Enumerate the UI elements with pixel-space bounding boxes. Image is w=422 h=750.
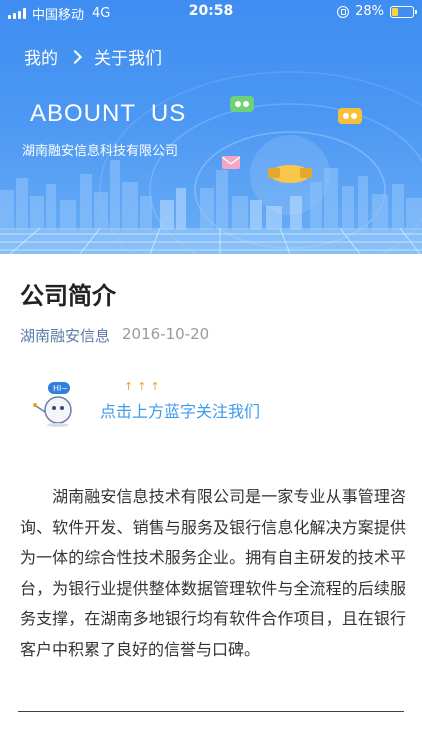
banner-subtitle: 湖南融安信息科技有限公司: [22, 144, 179, 159]
status-bar: 中国移动 4G 20:58 28%: [0, 0, 422, 24]
header-banner: 中国移动 4G 20:58 28% 我的 关于我们 ABOUNT US 湖南融安…: [0, 0, 422, 254]
battery-icon: [390, 5, 417, 18]
article-date: 2016-10-20: [122, 325, 210, 343]
article-meta: 湖南融安信息 2016-10-20: [20, 325, 209, 346]
article-body: 湖南融安信息技术有限公司是一家专业从事管理咨询、软件开发、销售与服务及银行信息化…: [20, 482, 406, 665]
mail-icon: [221, 156, 241, 169]
svg-text:HI~: HI~: [53, 384, 68, 393]
up-arrows-icon: ↑↑↑: [124, 380, 164, 393]
divider: [18, 711, 404, 712]
follow-prompt: 点击上方蓝字关注我们: [100, 402, 261, 421]
cloud-chat-icon: [230, 96, 254, 112]
article-source-link[interactable]: 湖南融安信息: [20, 325, 110, 346]
rotation-lock-icon: [337, 5, 350, 18]
banner-title: ABOUNT US: [30, 100, 187, 127]
chevron-right-icon: [67, 49, 83, 64]
battery-level: [392, 7, 398, 16]
breadcrumb: 我的 关于我们: [24, 44, 162, 69]
article-title: 公司简介: [20, 282, 116, 310]
users-cloud-icon: [338, 108, 362, 124]
mascot-hi-icon: HI~: [33, 382, 72, 427]
breadcrumb-back-link[interactable]: 我的: [24, 44, 58, 69]
follow-banner[interactable]: HI~ ↑↑↑ 点击上方蓝字关注我们: [32, 378, 412, 428]
breadcrumb-current: 关于我们: [94, 49, 162, 69]
battery-percent: 28%: [355, 4, 384, 19]
article-body-text: 湖南融安信息技术有限公司是一家专业从事管理咨询、软件开发、销售与服务及银行信息化…: [20, 487, 406, 659]
